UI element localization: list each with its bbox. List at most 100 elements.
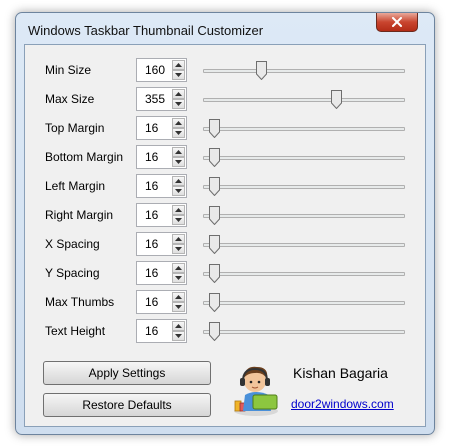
y-spacing-spinner[interactable]: 16 <box>136 261 187 285</box>
x-spacing-slider-track[interactable] <box>203 243 405 247</box>
spin-down-button[interactable] <box>172 215 185 225</box>
setting-label: Top Margin <box>45 121 105 135</box>
x-spacing-slider-thumb[interactable] <box>208 235 220 254</box>
top-margin-slider-track[interactable] <box>203 127 405 131</box>
bottom-margin-value[interactable]: 16 <box>145 150 158 164</box>
setting-row-left-margin: Left Margin 16 <box>25 174 425 200</box>
max-thumbs-slider-track[interactable] <box>203 301 405 305</box>
spin-down-button[interactable] <box>172 302 185 312</box>
min-size-value[interactable]: 160 <box>145 63 165 77</box>
bottom-margin-slider-thumb[interactable] <box>208 148 220 167</box>
setting-row-max-size: Max Size 355 <box>25 87 425 113</box>
y-spacing-value[interactable]: 16 <box>145 266 158 280</box>
author-name: Kishan Bagaria <box>293 365 388 381</box>
setting-label: Bottom Margin <box>45 150 124 164</box>
setting-row-y-spacing: Y Spacing 16 <box>25 261 425 287</box>
setting-row-right-margin: Right Margin 16 <box>25 203 425 229</box>
setting-row-text-height: Text Height 16 <box>25 319 425 345</box>
spin-up-button[interactable] <box>172 89 185 99</box>
y-spacing-slider-track[interactable] <box>203 272 405 276</box>
spin-down-button[interactable] <box>172 128 185 138</box>
chevron-down-icon <box>175 189 182 193</box>
text-height-spinner[interactable]: 16 <box>136 319 187 343</box>
left-margin-slider-track[interactable] <box>203 185 405 189</box>
bottom-margin-spinner[interactable]: 16 <box>136 145 187 169</box>
max-size-value[interactable]: 355 <box>145 92 165 106</box>
chevron-up-icon <box>175 324 182 328</box>
x-spacing-value[interactable]: 16 <box>145 237 158 251</box>
top-margin-spinner[interactable]: 16 <box>136 116 187 140</box>
window-title: Windows Taskbar Thumbnail Customizer <box>28 23 264 38</box>
client-area: Min Size 160 Max Size 355 Top Margin 16 … <box>24 44 426 427</box>
spin-up-button[interactable] <box>172 205 185 215</box>
spin-up-button[interactable] <box>172 60 185 70</box>
chevron-down-icon <box>175 73 182 77</box>
spin-up-button[interactable] <box>172 147 185 157</box>
chevron-up-icon <box>175 208 182 212</box>
spin-down-button[interactable] <box>172 331 185 341</box>
chevron-down-icon <box>175 276 182 280</box>
app-window: Windows Taskbar Thumbnail Customizer Min… <box>15 12 435 435</box>
top-margin-value[interactable]: 16 <box>145 121 158 135</box>
x-spacing-spinner[interactable]: 16 <box>136 232 187 256</box>
setting-label: Max Thumbs <box>45 295 115 309</box>
right-margin-slider-track[interactable] <box>203 214 405 218</box>
y-spacing-slider-thumb[interactable] <box>208 264 220 283</box>
close-button[interactable] <box>376 13 418 32</box>
apply-settings-button[interactable]: Apply Settings <box>43 361 211 385</box>
chevron-down-icon <box>175 131 182 135</box>
chevron-down-icon <box>175 247 182 251</box>
min-size-slider-thumb[interactable] <box>256 61 268 80</box>
chevron-down-icon <box>175 305 182 309</box>
right-margin-slider-thumb[interactable] <box>208 206 220 225</box>
max-size-slider-track[interactable] <box>203 98 405 102</box>
min-size-spinner[interactable]: 160 <box>136 58 187 82</box>
chevron-up-icon <box>175 63 182 67</box>
text-height-slider-thumb[interactable] <box>208 322 220 341</box>
max-size-slider-thumb[interactable] <box>330 90 342 109</box>
setting-label: X Spacing <box>45 237 100 251</box>
chevron-down-icon <box>175 218 182 222</box>
spin-down-button[interactable] <box>172 70 185 80</box>
spin-up-button[interactable] <box>172 321 185 331</box>
spin-down-button[interactable] <box>172 244 185 254</box>
spin-up-button[interactable] <box>172 292 185 302</box>
chevron-down-icon <box>175 334 182 338</box>
spin-up-button[interactable] <box>172 176 185 186</box>
chevron-down-icon <box>175 160 182 164</box>
spin-down-button[interactable] <box>172 273 185 283</box>
restore-defaults-button[interactable]: Restore Defaults <box>43 393 211 417</box>
chevron-up-icon <box>175 179 182 183</box>
min-size-slider-track[interactable] <box>203 69 405 73</box>
right-margin-value[interactable]: 16 <box>145 208 158 222</box>
setting-row-min-size: Min Size 160 <box>25 58 425 84</box>
left-margin-slider-thumb[interactable] <box>208 177 220 196</box>
chevron-up-icon <box>175 237 182 241</box>
top-margin-slider-thumb[interactable] <box>208 119 220 138</box>
left-margin-value[interactable]: 16 <box>145 179 158 193</box>
max-thumbs-spinner[interactable]: 16 <box>136 290 187 314</box>
chevron-up-icon <box>175 150 182 154</box>
spin-up-button[interactable] <box>172 118 185 128</box>
setting-label: Min Size <box>45 63 92 77</box>
spin-up-button[interactable] <box>172 234 185 244</box>
max-thumbs-value[interactable]: 16 <box>145 295 158 309</box>
setting-row-x-spacing: X Spacing 16 <box>25 232 425 258</box>
left-margin-spinner[interactable]: 16 <box>136 174 187 198</box>
author-website-link[interactable]: door2windows.com <box>291 397 394 411</box>
spin-down-button[interactable] <box>172 157 185 167</box>
text-height-value[interactable]: 16 <box>145 324 158 338</box>
spin-down-button[interactable] <box>172 186 185 196</box>
max-size-spinner[interactable]: 355 <box>136 87 187 111</box>
chevron-up-icon <box>175 266 182 270</box>
right-margin-spinner[interactable]: 16 <box>136 203 187 227</box>
text-height-slider-track[interactable] <box>203 330 405 334</box>
setting-row-top-margin: Top Margin 16 <box>25 116 425 142</box>
bottom-margin-slider-track[interactable] <box>203 156 405 160</box>
max-thumbs-slider-thumb[interactable] <box>208 293 220 312</box>
spin-down-button[interactable] <box>172 99 185 109</box>
setting-label: Max Size <box>45 92 95 106</box>
setting-label: Right Margin <box>45 208 114 222</box>
spin-up-button[interactable] <box>172 263 185 273</box>
author-avatar-icon <box>234 366 278 416</box>
